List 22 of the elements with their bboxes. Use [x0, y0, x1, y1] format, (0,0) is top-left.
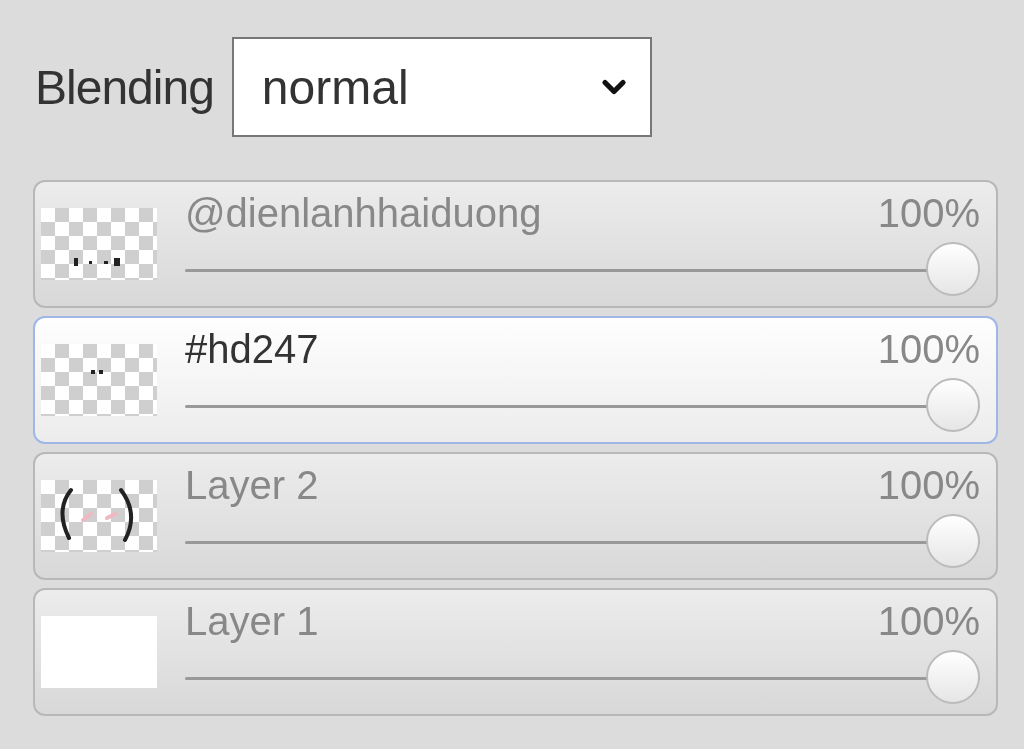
opacity-value: 100%: [877, 326, 980, 372]
slider-thumb[interactable]: [926, 377, 980, 432]
opacity-value: 100%: [877, 598, 980, 644]
slider-thumb[interactable]: [926, 649, 980, 704]
layer-row[interactable]: @dienlanhhaiduong 100%: [33, 180, 998, 308]
layer-row[interactable]: #hd247 100%: [33, 316, 998, 444]
layer-name: #hd247: [185, 326, 319, 372]
blending-select[interactable]: normal: [231, 37, 652, 137]
opacity-slider[interactable]: [185, 377, 980, 434]
layer-name: @dienlanhhaiduong: [185, 190, 542, 236]
layer-name: Layer 2: [185, 462, 319, 508]
opacity-value: 100%: [877, 462, 980, 508]
slider-thumb[interactable]: [926, 241, 980, 296]
opacity-slider[interactable]: [185, 649, 980, 706]
opacity-slider[interactable]: [185, 513, 980, 570]
layer-row[interactable]: Layer 2 100%: [33, 452, 998, 580]
layer-row[interactable]: Layer 1 100%: [33, 588, 998, 716]
layer-name: Layer 1: [185, 598, 319, 644]
opacity-value: 100%: [877, 190, 980, 236]
slider-thumb[interactable]: [926, 513, 980, 568]
opacity-slider[interactable]: [185, 241, 980, 298]
blending-label: Blending: [35, 59, 214, 115]
